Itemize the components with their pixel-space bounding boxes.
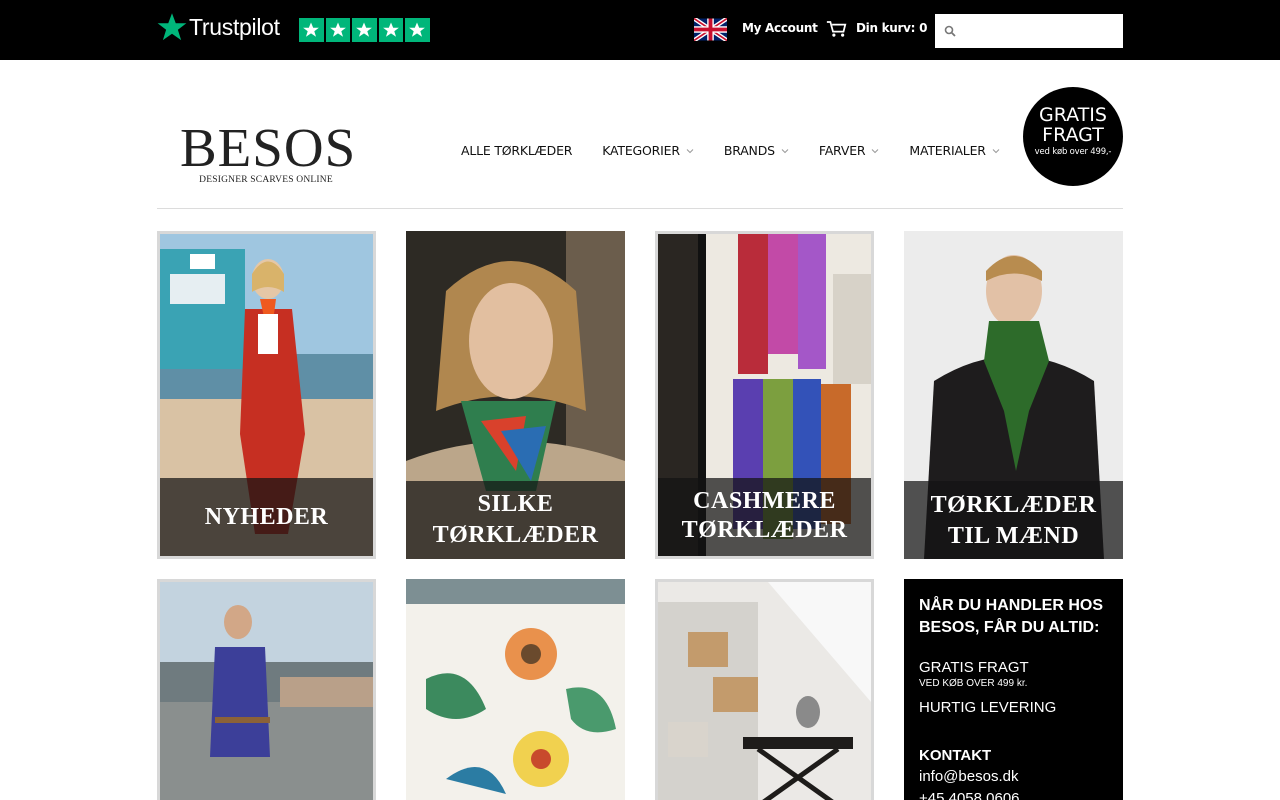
contact-heading: KONTAKT (919, 747, 992, 764)
nav-item-farver[interactable]: FARVER (819, 143, 880, 158)
benefit-free-shipping-condition: VED KØB OVER 499 kr. (919, 678, 1028, 689)
rating-star-icon (352, 18, 377, 42)
benefit-free-shipping: GRATIS FRAGT (919, 659, 1029, 676)
category-tile-floral-scarf[interactable] (406, 579, 625, 800)
contact-email-link[interactable]: info@besos.dk (919, 768, 1018, 785)
shopping-cart-icon[interactable] (826, 20, 847, 38)
trustpilot-star-icon[interactable] (157, 12, 187, 42)
tile-caption-band: CASHMERE TØRKLÆDER (658, 478, 871, 556)
badge-line-3: ved køb over 499,- (1034, 147, 1112, 157)
contact-phone[interactable]: +45 4058 0606 (919, 790, 1020, 800)
search-input[interactable] (960, 16, 1120, 46)
nav-item-label: KATEGORIER (602, 143, 680, 158)
uk-flag-icon[interactable] (694, 18, 727, 41)
rating-star-icon (405, 18, 430, 42)
cart-count: 0 (919, 21, 928, 35)
nav-item-materialer[interactable]: MATERIALER (909, 143, 1000, 158)
chevron-down-icon (686, 148, 694, 153)
top-bar: Trustpilot My Account Din kurv: 0 (0, 0, 1280, 60)
besos-logo[interactable]: BESOS DESIGNER SCARVES ONLINE (180, 117, 357, 188)
tile-caption: NYHEDER (204, 504, 329, 530)
tile-caption-line-1: CASHMERE (693, 488, 836, 514)
trustpilot-rating-stars[interactable] (299, 18, 430, 42)
tile-caption-line-2: TIL MÆND (947, 523, 1080, 549)
benefits-heading: NÅR DU HANDLER HOS BESOS, FÅR DU ALTID: (919, 597, 1103, 636)
tile-caption-line-2: TØRKLÆDER (432, 522, 599, 548)
category-tile-warehouse[interactable] (655, 579, 874, 800)
chevron-down-icon (872, 148, 879, 153)
warehouse-interior-image (658, 582, 871, 800)
nav-item-alle-torklaeder[interactable]: ALLE TØRKLÆDER (461, 143, 572, 158)
woman-boat-blue-dress-image (160, 582, 373, 800)
rating-star-icon (325, 18, 350, 42)
tile-caption-line-1: TØRKLÆDER (930, 492, 1097, 518)
my-account-link[interactable]: My Account (742, 21, 818, 35)
tile-caption-band: SILKE TØRKLÆDER (406, 481, 625, 559)
logo-tagline: DESIGNER SCARVES ONLINE (199, 175, 333, 185)
badge-line-1: GRATIS (1039, 104, 1107, 126)
tile-caption-band: TØRKLÆDER TIL MÆND (904, 481, 1123, 559)
search-icon[interactable] (944, 25, 956, 37)
cart-link[interactable]: Din kurv: 0 (856, 21, 927, 35)
rating-star-icon (299, 18, 324, 42)
trustpilot-wordmark[interactable]: Trustpilot (189, 14, 280, 41)
chevron-down-icon (781, 148, 789, 153)
main-navigation: ALLE TØRKLÆDER KATEGORIER BRANDS FARVER … (461, 143, 1030, 158)
nav-item-kategorier[interactable]: KATEGORIER (602, 143, 694, 158)
nav-item-label: FARVER (818, 143, 866, 158)
logo-title: BESOS (180, 117, 357, 178)
category-tile-silke[interactable]: SILKE TØRKLÆDER (406, 231, 625, 559)
header-divider (157, 208, 1123, 209)
tile-caption-band: NYHEDER (160, 478, 373, 556)
category-tile-nyheder[interactable]: NYHEDER (157, 231, 376, 559)
chevron-down-icon (992, 148, 1000, 153)
nav-item-label: BRANDS (723, 143, 775, 158)
nav-item-label: MATERIALER (909, 143, 986, 158)
nav-item-brands[interactable]: BRANDS (724, 143, 789, 158)
category-tile-maend[interactable]: TØRKLÆDER TIL MÆND (904, 231, 1123, 559)
cart-label: Din kurv: (856, 21, 916, 35)
benefit-fast-delivery: HURTIG LEVERING (919, 699, 1057, 716)
category-tile-woman-boat[interactable] (157, 579, 376, 800)
benefits-info-box: NÅR DU HANDLER HOS BESOS, FÅR DU ALTID: … (904, 579, 1123, 800)
badge-line-2: FRAGT (1042, 124, 1104, 146)
nav-item-label: ALLE TØRKLÆDER (461, 143, 573, 158)
rating-star-icon (378, 18, 403, 42)
tile-caption-line-2: TØRKLÆDER (681, 517, 848, 543)
floral-scarf-image (406, 579, 625, 800)
free-shipping-badge: GRATIS FRAGT ved køb over 499,- (1023, 87, 1123, 186)
category-tile-cashmere[interactable]: CASHMERE TØRKLÆDER (655, 231, 874, 559)
tile-caption-line-1: SILKE (477, 491, 554, 517)
